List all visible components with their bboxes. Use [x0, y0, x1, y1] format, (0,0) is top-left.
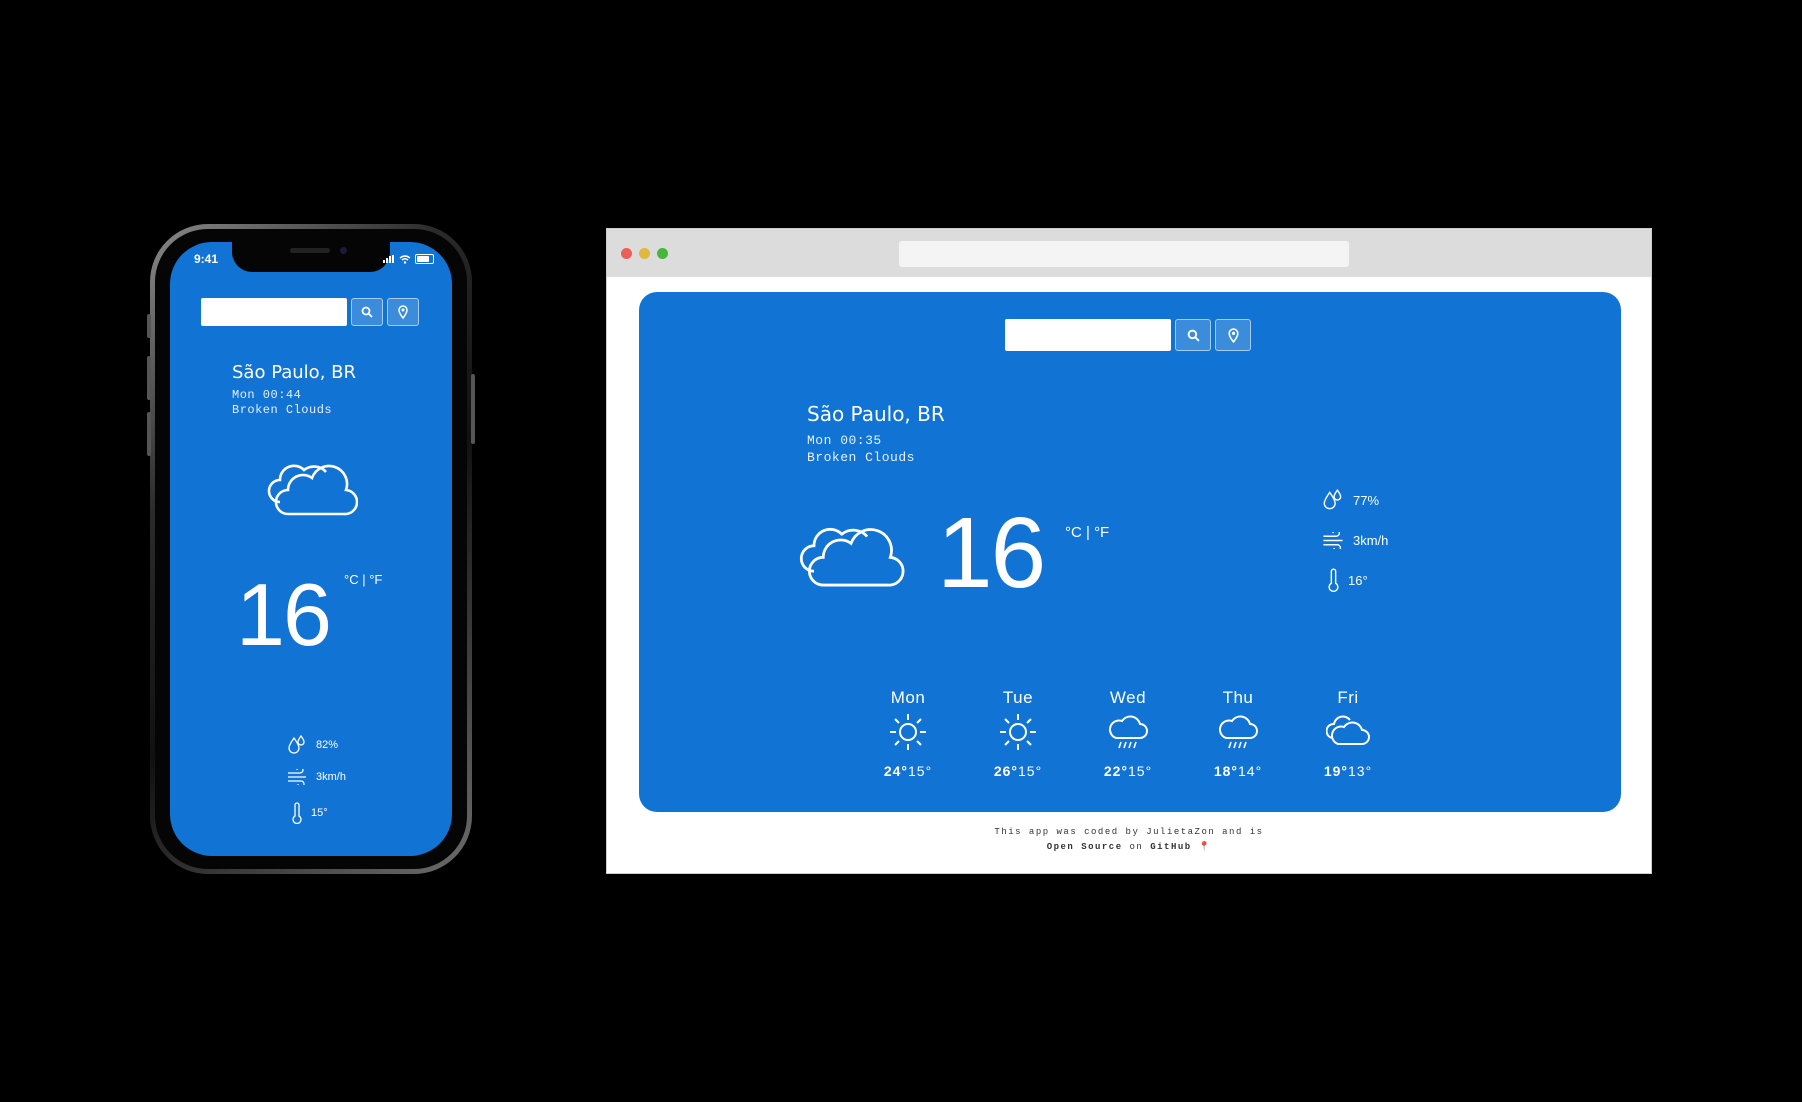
- speaker: [290, 248, 330, 253]
- footer-on: on: [1129, 842, 1144, 852]
- mute-switch: [147, 314, 151, 338]
- wind-stat: 3km/h: [286, 769, 346, 785]
- phone-screen: 9:41 São Paulo, BR Mon 00:44 Broken Clou…: [170, 242, 452, 856]
- maximize-window-button[interactable]: [657, 248, 668, 259]
- search-icon: [1187, 329, 1200, 342]
- volume-down-button: [147, 412, 151, 456]
- current-temperature: 16: [236, 565, 332, 664]
- forecast-day: Mon 24°15°: [868, 688, 948, 779]
- search-icon: [361, 306, 373, 318]
- forecast-day: Thu 18°14°: [1198, 688, 1278, 779]
- sun-icon: [1000, 714, 1036, 750]
- forecast-max: 22°: [1103, 763, 1128, 779]
- phone-mockup: 9:41 São Paulo, BR Mon 00:44 Broken Clou…: [147, 224, 475, 874]
- humidity-icon: [288, 734, 305, 754]
- search-button[interactable]: [1175, 319, 1211, 351]
- date-time: Mon 00:35: [807, 433, 882, 448]
- date-time: Mon 00:44: [232, 388, 302, 402]
- feels-like-stat: 15°: [291, 802, 328, 824]
- wind-stat: 3km/h: [1321, 532, 1388, 549]
- weather-app-card: São Paulo, BR Mon 00:35 Broken Clouds 16…: [639, 292, 1621, 812]
- humidity-stat: 77%: [1321, 488, 1379, 512]
- github-link[interactable]: GitHub: [1150, 842, 1191, 852]
- phone-notch: [232, 242, 390, 272]
- thermometer-icon: [292, 802, 302, 824]
- map-pin-icon: [398, 305, 408, 319]
- forecast-max: 24°: [883, 763, 908, 779]
- forecast-day: Tue 26°15°: [978, 688, 1058, 779]
- weather-condition: Broken Clouds: [807, 450, 915, 465]
- footer-links: Open Source on GitHub 📍: [607, 840, 1651, 855]
- battery-icon: [415, 254, 434, 264]
- rain-cloud-icon: [1109, 715, 1148, 749]
- forecast-min: 15°: [1128, 763, 1153, 779]
- browser-window: São Paulo, BR Mon 00:35 Broken Clouds 16…: [606, 228, 1652, 874]
- browser-toolbar: [607, 229, 1651, 277]
- wind-icon: [1323, 532, 1343, 549]
- feels-like-value: 15°: [311, 807, 328, 819]
- location-button[interactable]: [1215, 319, 1251, 351]
- footer-credit: This app was coded by JulietaZon and is: [994, 827, 1264, 837]
- map-pin-icon: [1227, 327, 1239, 343]
- search-row: [1005, 319, 1251, 351]
- forecast-max: 19°: [1323, 763, 1348, 779]
- humidity-value: 82%: [316, 739, 339, 751]
- sun-icon: [890, 714, 926, 750]
- weather-condition: Broken Clouds: [232, 403, 333, 417]
- forecast-day-name: Thu: [1222, 688, 1254, 707]
- forecast-max: 18°: [1213, 763, 1238, 779]
- wind-icon: [288, 769, 306, 785]
- cloud-icon: [799, 527, 905, 587]
- phone-search-row: [201, 298, 419, 326]
- open-source-link[interactable]: Open Source: [1047, 842, 1123, 852]
- city-name: São Paulo, BR: [232, 362, 356, 383]
- feels-like-value: 16°: [1348, 572, 1368, 588]
- forecast-day-name: Fri: [1337, 688, 1359, 707]
- cloud-icon: [267, 464, 358, 516]
- forecast-day-name: Tue: [1002, 688, 1034, 707]
- humidity-stat: 82%: [286, 734, 338, 756]
- unit-toggle[interactable]: °C | °F: [344, 572, 382, 587]
- current-temperature: 16: [937, 497, 1046, 609]
- signal-icon: [383, 255, 395, 263]
- volume-up-button: [147, 356, 151, 400]
- front-camera: [340, 247, 347, 254]
- status-icons: [383, 254, 434, 264]
- feels-like-stat: 16°: [1327, 568, 1368, 592]
- wifi-icon: [399, 254, 411, 264]
- wind-value: 3km/h: [316, 771, 346, 783]
- forecast-day: Fri 19°13°: [1308, 688, 1388, 779]
- close-window-button[interactable]: [621, 248, 632, 259]
- minimize-window-button[interactable]: [639, 248, 650, 259]
- humidity-value: 77%: [1353, 492, 1380, 508]
- forecast-max: 26°: [993, 763, 1018, 779]
- forecast-day-name: Mon: [890, 688, 926, 707]
- unit-toggle[interactable]: °C | °F: [1065, 524, 1109, 541]
- city-name: São Paulo, BR: [807, 402, 945, 426]
- humidity-icon: [1323, 488, 1342, 510]
- status-time: 9:41: [194, 252, 219, 266]
- location-button[interactable]: [387, 298, 419, 326]
- cloud-icon: [1325, 715, 1370, 745]
- thermometer-icon: [1328, 568, 1339, 592]
- city-search-input[interactable]: [201, 298, 347, 326]
- rain-cloud-icon: [1219, 715, 1258, 749]
- forecast-day: Wed 22°15°: [1088, 688, 1168, 779]
- power-button: [471, 374, 475, 444]
- wind-value: 3km/h: [1353, 533, 1389, 548]
- forecast-min: 15°: [908, 763, 933, 779]
- pin-icon: 📍: [1198, 842, 1212, 852]
- forecast-min: 15°: [1018, 763, 1043, 779]
- city-search-input[interactable]: [1005, 319, 1171, 351]
- forecast-min: 13°: [1348, 763, 1373, 779]
- forecast-min: 14°: [1238, 763, 1263, 779]
- address-bar[interactable]: [899, 241, 1349, 267]
- forecast-day-name: Wed: [1109, 688, 1147, 707]
- search-button[interactable]: [351, 298, 383, 326]
- footer: This app was coded by JulietaZon and is …: [607, 825, 1651, 855]
